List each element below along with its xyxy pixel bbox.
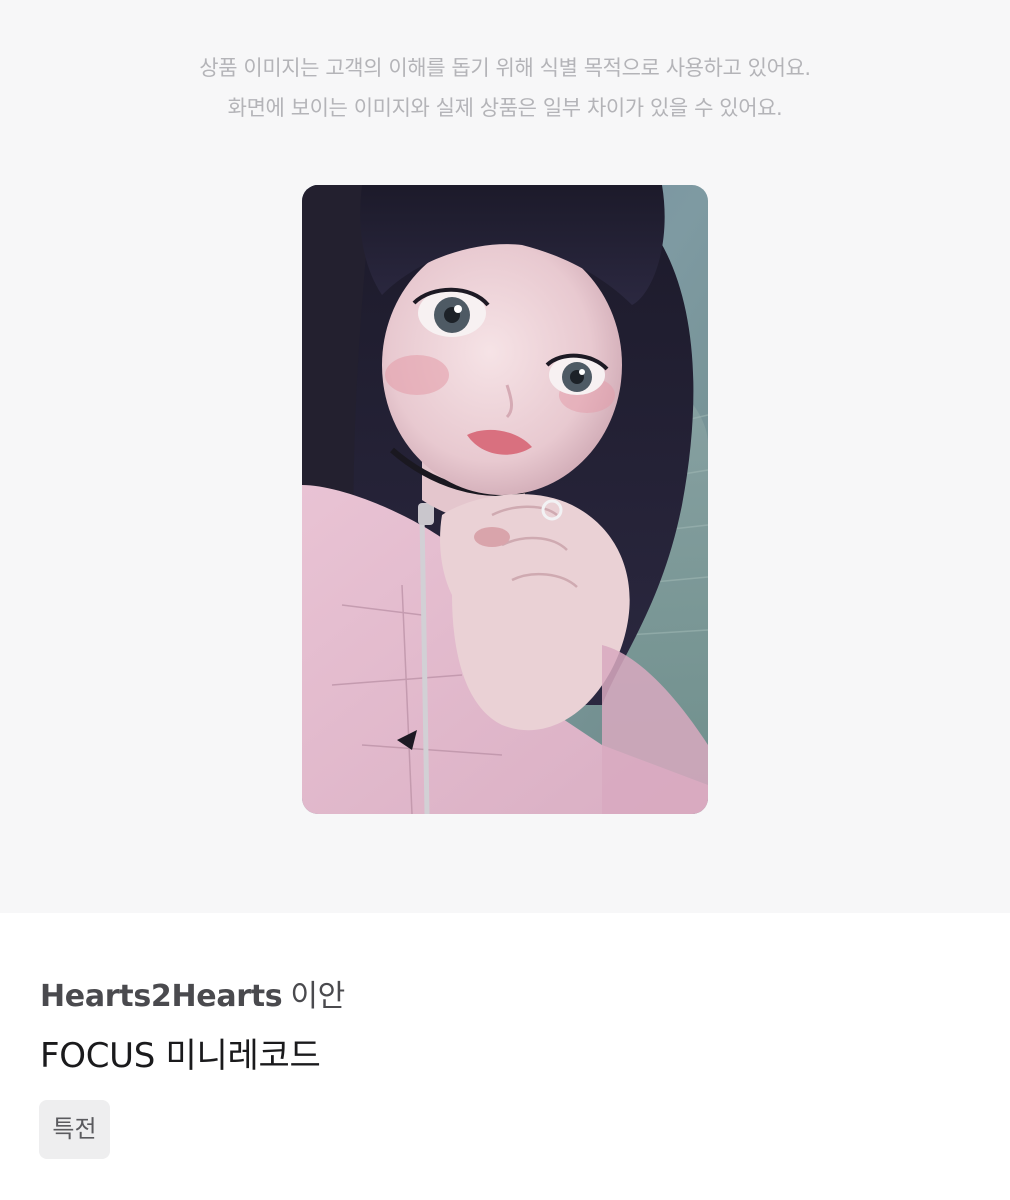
- notice-line-1: 상품 이미지는 고객의 이해를 돕기 위해 식별 목적으로 사용하고 있어요.: [199, 56, 811, 80]
- artist-line[interactable]: Hearts2Hearts 이안: [40, 971, 345, 1015]
- member-name: 이안: [290, 979, 345, 1014]
- tag-badge[interactable]: 특전: [39, 1100, 110, 1159]
- product-photocard-image[interactable]: [302, 185, 708, 814]
- product-image-area: 상품 이미지는 고객의 이해를 돕기 위해 식별 목적으로 사용하고 있어요. …: [0, 0, 1010, 913]
- photocard-illustration: [302, 185, 708, 814]
- notice-line-2: 화면에 보이는 이미지와 실제 상품은 일부 차이가 있을 수 있어요.: [227, 96, 783, 120]
- artist-name: Hearts2Hearts: [40, 979, 283, 1014]
- product-title: FOCUS 미니레코드: [40, 1036, 321, 1076]
- product-info: Hearts2Hearts 이안 FOCUS 미니레코드 특전: [0, 913, 1010, 1200]
- image-notice: 상품 이미지는 고객의 이해를 돕기 위해 식별 목적으로 사용하고 있어요. …: [0, 48, 1010, 128]
